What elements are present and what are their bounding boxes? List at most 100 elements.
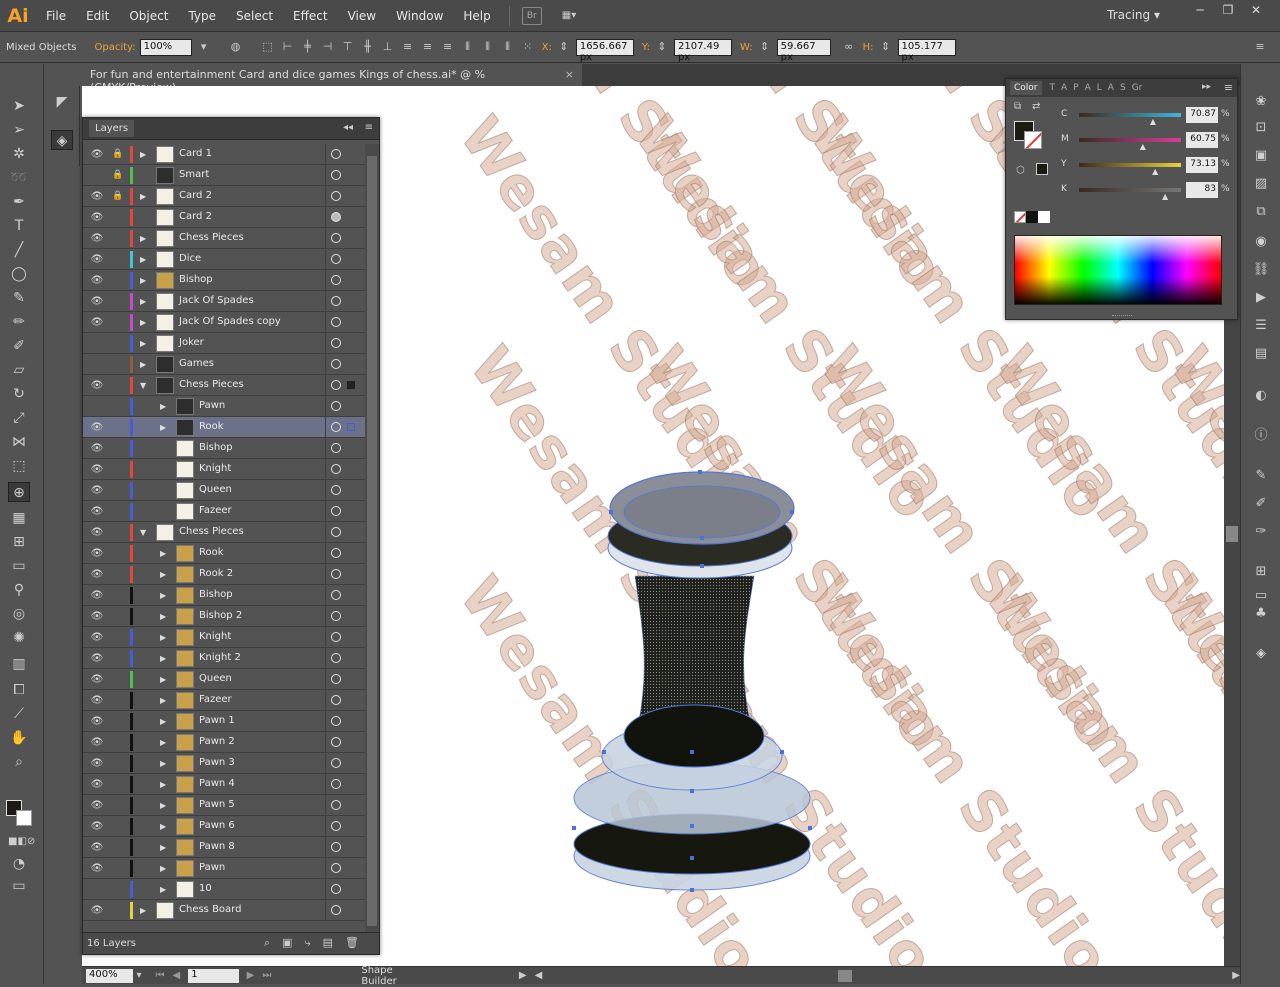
align-to-icon[interactable]: ⬚ xyxy=(260,40,276,56)
menu-file[interactable]: File xyxy=(36,9,76,23)
arrange-documents-button[interactable]: ▦▾ xyxy=(562,7,588,25)
expand-arrow-icon[interactable]: ▶ xyxy=(140,318,146,327)
layer-row[interactable]: ▶ Joker xyxy=(83,333,365,354)
minimize-button[interactable]: ─ xyxy=(1188,3,1212,21)
slider-value-input[interactable]: 73.13 xyxy=(1186,157,1218,173)
pencil-tool-icon[interactable]: ✏ xyxy=(8,312,30,332)
zoom-tool-icon[interactable]: ⌕ xyxy=(8,752,30,772)
stroke-panel-icon[interactable]: ✑ xyxy=(1251,522,1271,542)
expand-arrow-icon[interactable]: ▶ xyxy=(160,633,166,642)
expand-arrow-icon[interactable]: ▶ xyxy=(140,150,146,159)
collapse-arrow-icon[interactable]: ▼ xyxy=(140,381,146,390)
selection-indicator[interactable] xyxy=(347,423,355,431)
artboard-tool-icon[interactable]: ⧠ xyxy=(8,680,30,700)
distribute-hcenter-icon[interactable]: ⫴ xyxy=(480,40,496,56)
layer-name[interactable]: Dice xyxy=(179,253,201,264)
layer-row[interactable]: 👁 ▶ Bishop 2 xyxy=(83,606,365,627)
visibility-eye-icon[interactable]: 👁 xyxy=(90,485,104,496)
layer-name[interactable]: Bishop 2 xyxy=(199,610,242,621)
locate-object-icon[interactable]: ⌕ xyxy=(264,936,270,950)
layer-name[interactable]: Bishop xyxy=(199,442,233,453)
visibility-eye-icon[interactable]: 👁 xyxy=(90,380,104,391)
w-stepper-icon[interactable]: ⇕ xyxy=(757,40,773,56)
visibility-eye-icon[interactable]: 👁 xyxy=(90,527,104,538)
x-input[interactable]: 1656.667 px xyxy=(575,39,634,63)
layer-row[interactable]: 👁 🔒 ▶ Card 1 xyxy=(83,144,365,165)
layer-name[interactable]: Rook xyxy=(199,547,224,558)
target-circle-icon[interactable] xyxy=(331,296,341,306)
layer-name[interactable]: Pawn 2 xyxy=(199,736,235,747)
layer-name[interactable]: Knight 2 xyxy=(199,652,241,663)
layer-name[interactable]: Smart xyxy=(179,169,209,180)
layer-name[interactable]: Bishop xyxy=(199,589,233,600)
expand-arrow-icon[interactable]: ▶ xyxy=(160,402,166,411)
layer-row[interactable]: ▶ Pawn xyxy=(83,396,365,417)
target-circle-icon[interactable] xyxy=(331,401,341,411)
actions-icon[interactable]: ▶ xyxy=(1251,288,1271,308)
blend-tool-icon[interactable]: ◎ xyxy=(8,604,30,624)
expand-arrow-icon[interactable]: ▶ xyxy=(140,906,146,915)
target-circle-icon[interactable] xyxy=(331,464,341,474)
layer-name[interactable]: Joker xyxy=(179,337,204,348)
visibility-eye-icon[interactable]: 👁 xyxy=(90,590,104,601)
layer-name[interactable]: Rook xyxy=(199,421,224,432)
visibility-eye-icon[interactable]: 👁 xyxy=(90,317,104,328)
align-bottom-icon[interactable]: ⊥ xyxy=(380,40,396,56)
y-stepper-icon[interactable]: ⇕ xyxy=(654,40,670,56)
expand-arrow-icon[interactable]: ▶ xyxy=(140,234,146,243)
opacity-dropdown-icon[interactable]: ▾ xyxy=(196,40,212,56)
stroke-swatch[interactable] xyxy=(16,810,32,826)
target-circle-icon[interactable] xyxy=(331,632,341,642)
navigator-icon[interactable]: ▨ xyxy=(1251,174,1271,194)
layer-name[interactable]: Fazeer xyxy=(199,694,232,705)
expand-arrow-icon[interactable]: ▶ xyxy=(160,696,166,705)
layer-row[interactable]: 👁 ▶ Knight 2 xyxy=(83,648,365,669)
expand-arrow-icon[interactable]: ▶ xyxy=(160,549,166,558)
layer-name[interactable]: Card 1 xyxy=(179,148,212,159)
visibility-eye-icon[interactable]: 👁 xyxy=(90,632,104,643)
rotate-tool-icon[interactable]: ↻ xyxy=(8,384,30,404)
color-mode-icon[interactable]: ■◧⊘ xyxy=(8,832,35,852)
restore-button[interactable]: ❐ xyxy=(1216,3,1240,21)
distribute-left-icon[interactable]: ⫴ xyxy=(460,40,476,56)
appearance-icon[interactable]: ◉ xyxy=(1251,232,1271,252)
visibility-eye-icon[interactable]: 👁 xyxy=(90,275,104,286)
expand-arrow-icon[interactable]: ▶ xyxy=(160,612,166,621)
document-info-icon[interactable]: ⓘ xyxy=(1251,426,1271,446)
y-input[interactable]: 2107.49 px xyxy=(673,39,732,63)
slider-value-input[interactable]: 70.87 xyxy=(1186,107,1218,123)
distribute-top-icon[interactable]: ≡ xyxy=(400,40,416,56)
selection-indicator[interactable] xyxy=(347,381,355,389)
visibility-eye-icon[interactable]: 👁 xyxy=(90,149,104,160)
width-tool-icon[interactable]: ⋈ xyxy=(8,432,30,452)
eyedropper-tool-icon[interactable]: ⚲ xyxy=(8,580,30,600)
opacity-label[interactable]: Opacity: xyxy=(94,42,135,53)
layer-name[interactable]: Pawn 1 xyxy=(199,715,235,726)
layer-row[interactable]: 👁 ▶ Rook xyxy=(83,417,365,438)
visibility-eye-icon[interactable]: 👁 xyxy=(90,296,104,307)
target-circle-icon[interactable] xyxy=(331,737,341,747)
slider-handle[interactable]: ▲ xyxy=(1152,167,1158,176)
expand-arrow-icon[interactable]: ▶ xyxy=(140,276,146,285)
slice-tool-icon[interactable]: ⟋ xyxy=(8,704,30,724)
layer-row[interactable]: 👁 ▼ Chess Pieces xyxy=(83,375,365,396)
layer-row[interactable]: 👁 ▶ Dice xyxy=(83,249,365,270)
closest-color-swatch[interactable] xyxy=(1036,163,1048,175)
layers-scrollbar[interactable] xyxy=(365,144,379,934)
target-circle-icon[interactable] xyxy=(331,653,341,663)
default-colors-icon[interactable]: ⧉ xyxy=(1014,101,1028,113)
target-circle-icon[interactable] xyxy=(331,506,341,516)
align-hcenter-icon[interactable]: ╪ xyxy=(300,40,316,56)
visibility-eye-icon[interactable]: 👁 xyxy=(90,506,104,517)
layer-name[interactable]: Pawn 4 xyxy=(199,778,235,789)
distribute-right-icon[interactable]: ⫴ xyxy=(500,40,516,56)
shape-builder-tool-icon[interactable]: ⊕ xyxy=(8,482,30,502)
eraser-tool-icon[interactable]: ▱ xyxy=(8,360,30,380)
symbol-sprayer-tool-icon[interactable]: ✺ xyxy=(8,628,30,648)
lock-icon[interactable]: 🔒 xyxy=(112,149,124,159)
color-panel-menu-icon[interactable]: ≡ xyxy=(1224,81,1233,94)
close-button[interactable]: ✕ xyxy=(1244,3,1268,21)
expand-arrow-icon[interactable]: ▶ xyxy=(160,885,166,894)
target-circle-icon[interactable] xyxy=(331,800,341,810)
target-circle-icon[interactable] xyxy=(331,380,341,390)
